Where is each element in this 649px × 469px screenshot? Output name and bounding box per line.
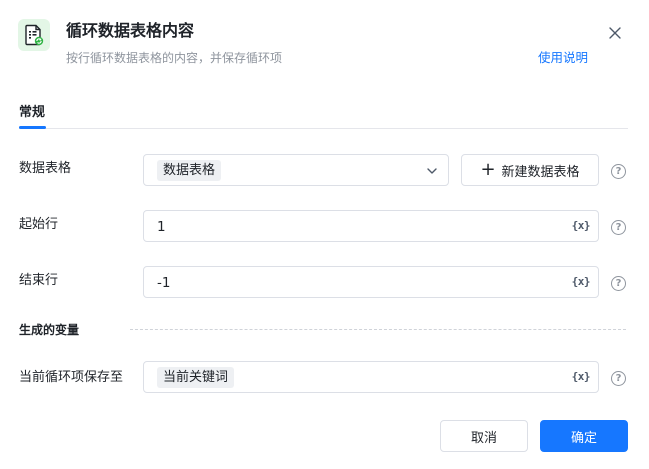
plus-icon: +: [480, 159, 496, 180]
tab-general[interactable]: 常规: [19, 104, 45, 122]
section-divider: [130, 329, 626, 330]
help-link[interactable]: 使用说明: [538, 49, 588, 67]
confirm-button[interactable]: 确定: [540, 420, 628, 452]
variable-icon[interactable]: {x}: [572, 219, 591, 233]
new-data-table-button[interactable]: + 新建数据表格: [461, 154, 599, 186]
cancel-button[interactable]: 取消: [440, 420, 528, 452]
help-icon[interactable]: ?: [611, 276, 626, 291]
end-row-value: -1: [157, 275, 171, 291]
data-table-tag: 数据表格: [157, 160, 222, 181]
save-to-tag: 当前关键词: [157, 367, 235, 388]
start-row-label: 起始行: [19, 217, 59, 232]
save-to-label: 当前循环项保存至: [19, 370, 124, 385]
spreadsheet-loop-icon: [18, 19, 50, 51]
dialog-subtitle: 按行循环数据表格的内容，并保存循环项: [66, 51, 283, 65]
new-data-table-label: 新建数据表格: [501, 164, 580, 180]
close-icon: [609, 27, 621, 39]
end-row-input[interactable]: -1 {x}: [143, 266, 599, 298]
tab-active-indicator: [19, 126, 46, 129]
data-table-label: 数据表格: [19, 161, 72, 176]
variable-icon[interactable]: {x}: [572, 370, 591, 384]
help-icon[interactable]: ?: [611, 220, 626, 235]
chevron-down-icon: [427, 168, 437, 174]
end-row-label: 结束行: [19, 273, 59, 288]
start-row-input[interactable]: 1 {x}: [143, 210, 599, 242]
variables-section-title: 生成的变量: [19, 323, 80, 337]
help-icon[interactable]: ?: [611, 164, 626, 179]
dialog-title: 循环数据表格内容: [66, 21, 195, 40]
tab-divider: [19, 128, 628, 129]
help-icon[interactable]: ?: [611, 371, 626, 386]
variable-icon[interactable]: {x}: [572, 275, 591, 289]
start-row-value: 1: [157, 219, 166, 235]
close-button[interactable]: [605, 23, 625, 43]
save-to-input[interactable]: 当前关键词 {x}: [143, 361, 599, 393]
data-table-select[interactable]: 数据表格: [143, 154, 449, 186]
